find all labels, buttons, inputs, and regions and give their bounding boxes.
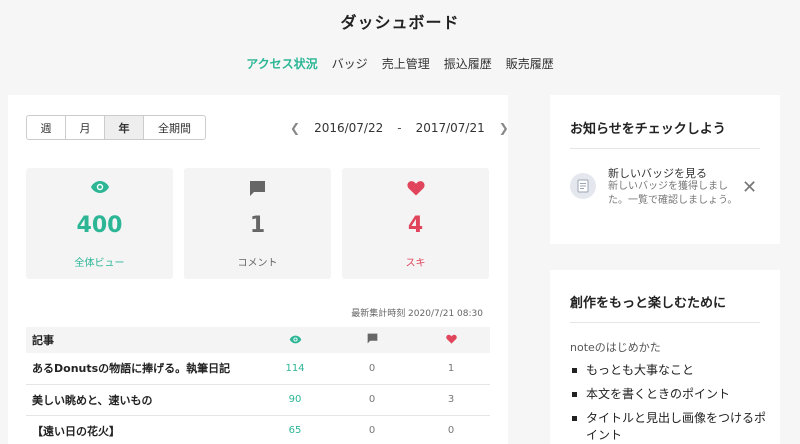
eye-icon [289,334,302,347]
comments-column-header [332,327,412,353]
comments-label: コメント [237,258,278,269]
article-likes: 1 [412,353,490,385]
guide-link-most-important[interactable]: もっとも大事なこと [570,362,770,379]
heart-icon [445,334,457,347]
comments-stat-card: 1 コメント [184,168,331,279]
table-row[interactable]: 美しい眺めと、速いもの 90 0 3 [26,384,490,416]
views-column-header [258,327,332,353]
period-year-button[interactable]: 年 [105,116,144,139]
tab-transfers[interactable]: 振込履歴 [444,55,492,72]
article-views: 90 [258,384,332,416]
document-icon [570,173,596,199]
guide-subtitle: noteのはじめかた [570,341,661,354]
articles-table: 記事 あるDonutsの物語に捧げる。執筆日記 114 0 1 美しい眺めと、速… [26,327,490,444]
notice-item-title[interactable]: 新しいバッジを見る [608,165,707,181]
tab-badges[interactable]: バッジ [332,55,368,72]
close-icon[interactable]: ✕ [742,179,757,197]
guide-list: もっとも大事なこと 本文を書くときのポイント タイトルと見出し画像をつけるポイン… [570,362,770,444]
date-start: 2016/07/22 [314,121,384,135]
article-likes: 3 [412,384,490,416]
table-row[interactable]: 【遠い日の花火】 65 0 0 [26,415,490,444]
guide-title: 創作をもっと楽しむために [570,296,727,311]
notice-title: お知らせをチェックしよう [570,122,726,137]
article-views: 65 [258,415,332,444]
eye-icon [26,180,173,194]
period-month-button[interactable]: 月 [66,116,105,139]
likes-label: スキ [405,258,426,269]
article-title[interactable]: 美しい眺めと、速いもの [26,384,258,416]
comments-total: 1 [249,213,266,238]
date-separator: - [397,121,402,135]
notice-card: お知らせをチェックしよう 新しいバッジを見る 新しいバッジを獲得しました。一覧で… [550,95,780,244]
views-stat-card: 400 全体ビュー [26,168,173,279]
article-comments: 0 [332,384,412,416]
prev-period-icon[interactable]: ❮ [290,121,300,135]
heart-icon [342,180,489,196]
tab-sales[interactable]: 売上管理 [382,55,430,72]
table-row[interactable]: あるDonutsの物語に捧げる。執筆日記 114 0 1 [26,353,490,385]
page-title: ダッシュボード [340,13,460,32]
likes-stat-card: 4 スキ [342,168,489,279]
likes-total: 4 [407,213,424,238]
tab-sales-history[interactable]: 販売履歴 [506,55,554,72]
article-comments: 0 [332,353,412,385]
date-end: 2017/07/21 [415,121,485,135]
views-label: 全体ビュー [74,258,125,269]
article-column-header: 記事 [26,327,258,353]
last-updated: 最新集計時刻 2020/7/21 08:30 [351,309,483,319]
dashboard-tabs: アクセス状況 バッジ 売上管理 振込履歴 販売履歴 [0,55,800,72]
access-panel: 週 月 年 全期間 ❮ 2016/07/22 - 2017/07/21 ❯ 40… [8,95,509,444]
article-comments: 0 [332,415,412,444]
guide-card: 創作をもっと楽しむために noteのはじめかた もっとも大事なこと 本文を書くと… [550,270,780,444]
tab-access[interactable]: アクセス状況 [246,55,317,72]
views-total: 400 [76,213,123,238]
notice-item-body: 新しいバッジを獲得しました。一覧で確認しましょう。 [608,181,738,206]
period-all-button[interactable]: 全期間 [144,116,205,139]
article-views: 114 [258,353,332,385]
article-title[interactable]: あるDonutsの物語に捧げる。執筆日記 [26,353,258,385]
next-period-icon[interactable]: ❯ [499,121,509,135]
date-range: ❮ 2016/07/22 - 2017/07/21 ❯ [290,121,509,135]
period-week-button[interactable]: 週 [27,116,66,139]
guide-link-title-image-tips[interactable]: タイトルと見出し画像をつけるポイント [570,410,770,444]
comment-icon [367,333,378,347]
article-title[interactable]: 【遠い日の花火】 [26,415,258,444]
divider [570,148,760,149]
period-selector: 週 月 年 全期間 [26,115,206,140]
divider [570,322,760,323]
article-likes: 0 [412,415,490,444]
guide-link-writing-tips[interactable]: 本文を書くときのポイント [570,386,770,403]
table-header: 記事 [26,327,490,353]
comment-icon [184,180,331,197]
likes-column-header [412,327,490,353]
